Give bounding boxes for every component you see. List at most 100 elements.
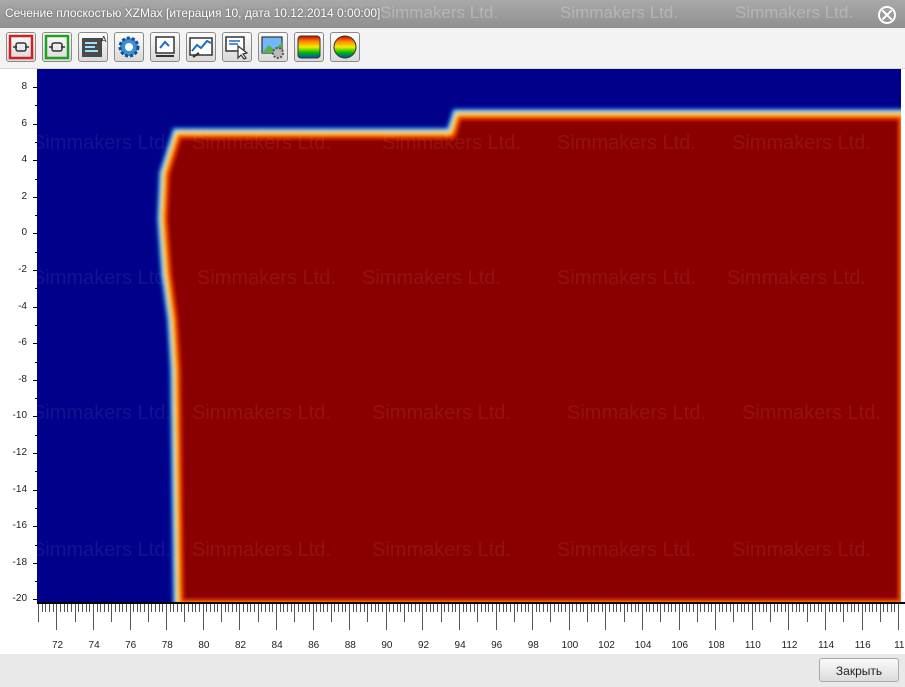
x-tick — [41, 604, 43, 612]
x-tick — [477, 604, 479, 622]
x-tick — [671, 604, 673, 612]
x-tick — [103, 604, 105, 612]
x-tick — [418, 604, 420, 612]
y-tick-label: -8 — [18, 373, 27, 385]
x-tick — [802, 604, 804, 612]
color-scale-button[interactable] — [294, 32, 324, 62]
gear-icon — [118, 36, 140, 58]
x-tick — [850, 604, 852, 612]
x-tick — [689, 604, 691, 612]
x-tick — [283, 604, 285, 612]
watermark-text: Simmakers Ltd. — [192, 132, 331, 154]
x-tick-label: 112 — [781, 640, 798, 651]
x-tick — [316, 604, 318, 612]
x-tick — [587, 604, 588, 622]
x-tick — [521, 604, 523, 612]
x-tick — [634, 604, 636, 612]
x-tick — [451, 604, 453, 612]
x-tick — [294, 604, 296, 622]
x-tick — [327, 604, 329, 612]
x-tick — [422, 604, 424, 630]
x-tick — [821, 604, 823, 612]
x-tick — [202, 604, 204, 630]
x-tick — [879, 604, 881, 622]
x-tick — [59, 604, 61, 612]
graph-button[interactable] — [186, 32, 216, 62]
x-tick — [674, 604, 676, 612]
frame-red-icon — [8, 34, 34, 60]
x-tick — [846, 604, 848, 612]
x-tick — [813, 604, 815, 612]
x-tick — [169, 604, 171, 612]
x-tick — [297, 604, 299, 612]
x-tick — [231, 604, 233, 612]
close-icon — [882, 10, 892, 20]
x-tick — [660, 604, 662, 622]
x-tick — [495, 604, 497, 630]
x-tick — [597, 604, 599, 612]
x-tick — [517, 604, 519, 612]
x-tick — [554, 604, 556, 612]
x-tick — [111, 604, 113, 622]
section-heatmap: Simmakers Ltd. Simmakers Ltd. Simmakers Lt… — [32, 69, 905, 610]
x-tick — [546, 604, 548, 612]
x-tick-label: 76 — [125, 640, 137, 651]
x-tick — [473, 604, 475, 612]
x-tick — [469, 604, 471, 612]
x-tick — [92, 604, 94, 630]
x-tick — [184, 604, 186, 622]
x-tick — [502, 604, 504, 612]
toolbar: A — [0, 28, 905, 69]
x-tick-label: 96 — [491, 640, 503, 651]
settings-button[interactable] — [114, 32, 144, 62]
x-tick — [345, 604, 347, 612]
x-tick — [286, 604, 288, 612]
probe-button[interactable] — [150, 32, 180, 62]
x-tick — [784, 604, 786, 612]
window-title: Сечение плоскостью XZMax [итерация 10, д… — [5, 6, 381, 20]
watermark-text: Simmakers Ltd. — [560, 3, 679, 22]
x-tick — [253, 604, 255, 612]
x-tick — [755, 604, 757, 612]
x-tick — [590, 604, 592, 612]
x-tick — [535, 604, 537, 612]
x-tick — [832, 604, 834, 612]
x-tick — [894, 604, 896, 612]
watermark-text: Simmakers Ltd. — [732, 132, 871, 154]
watermark-text: Simmakers Ltd. — [362, 267, 501, 289]
select-point-button[interactable] — [222, 32, 252, 62]
y-tick-label: -14 — [12, 483, 27, 495]
x-tick — [70, 604, 72, 612]
close-window-button[interactable] — [878, 6, 896, 24]
y-tick-label: -12 — [12, 447, 27, 458]
title-bar[interactable]: Simmakers Ltd. Simmakers Ltd. Simmakers … — [0, 0, 905, 28]
x-tick — [638, 604, 640, 612]
x-tick — [199, 604, 201, 612]
x-tick — [652, 604, 654, 612]
x-tick — [363, 604, 365, 612]
fit-view-button[interactable] — [6, 32, 36, 62]
chart-icon — [189, 37, 213, 58]
legend-button[interactable]: A — [78, 32, 108, 62]
x-tick — [872, 604, 874, 612]
x-axis: 72 74 76 78 80 82 84 86 88 90 92 94 96 98 100 102 104 106… — [37, 602, 905, 656]
x-tick — [166, 604, 168, 630]
x-tick-label: 90 — [381, 640, 393, 651]
section-field[interactable]: Simmakers Ltd. Simmakers Ltd. Simmakers Lt… — [32, 69, 905, 610]
fit-width-button[interactable] — [42, 32, 72, 62]
x-tick — [356, 604, 358, 612]
x-tick — [341, 604, 343, 612]
x-tick — [151, 604, 153, 612]
x-tick — [52, 604, 54, 612]
x-tick — [539, 604, 541, 612]
color-scale-round-button[interactable] — [330, 32, 360, 62]
x-tick — [455, 604, 457, 612]
x-tick — [550, 604, 552, 622]
export-settings-button[interactable] — [258, 32, 288, 62]
watermark-text: Simmakers Ltd. — [37, 539, 171, 561]
close-button[interactable]: Закрыть — [819, 658, 899, 682]
x-tick — [125, 604, 127, 612]
y-tick-label: -10 — [12, 410, 27, 422]
x-tick — [623, 604, 625, 622]
x-tick — [528, 604, 530, 612]
